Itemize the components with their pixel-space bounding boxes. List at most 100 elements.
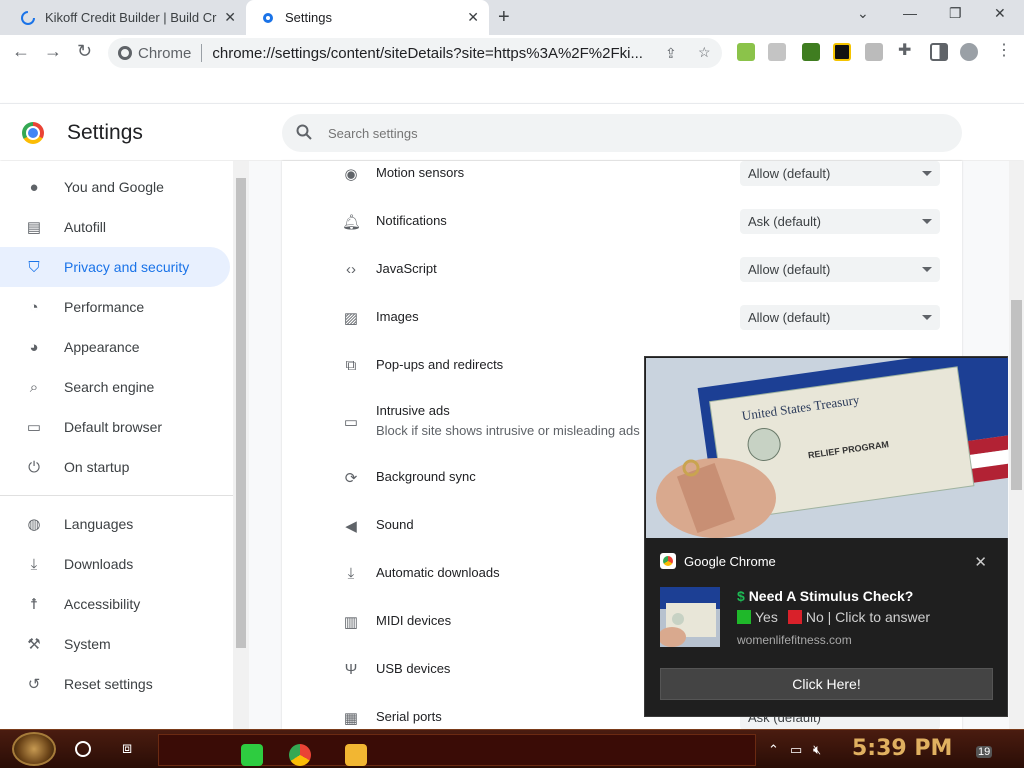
sidebar-item-languages[interactable]: ◍ Languages xyxy=(0,504,230,544)
sidebar-scrollbar-thumb[interactable] xyxy=(236,178,246,648)
permission-label: Pop-ups and redirects xyxy=(376,357,504,372)
javascript-select[interactable]: Allow (default) xyxy=(740,257,940,282)
sidebar-item-downloads[interactable]: ⤓ Downloads xyxy=(0,544,230,584)
sidebar-item-default-browser[interactable]: ▭ Default browser xyxy=(0,407,230,447)
ad-window-icon: ▭ xyxy=(343,414,359,431)
close-tab-icon[interactable]: ✕ xyxy=(467,9,479,26)
close-icon[interactable]: ✕ xyxy=(974,553,987,571)
notifications-select[interactable]: Ask (default) xyxy=(740,209,940,234)
sidebar-item-on-startup[interactable]: ⏻ On startup xyxy=(0,447,230,487)
file-explorer-icon[interactable] xyxy=(345,744,367,766)
sidebar-item-you-and-google[interactable]: ● You and Google xyxy=(0,167,230,207)
puzzle-icon[interactable]: ✚ xyxy=(898,40,916,59)
permission-row-motion-sensors[interactable]: ◉ Motion sensors Allow (default) xyxy=(282,161,962,209)
search-box[interactable] xyxy=(282,114,962,152)
permission-label: Serial ports xyxy=(376,709,442,724)
sidebar-item-label: System xyxy=(64,636,111,652)
share-icon[interactable]: ⇪ xyxy=(665,45,677,62)
cortana-icon[interactable] xyxy=(75,741,91,757)
taskbar: ⧈ ⌃ ▭ 🔇︎ 5:39 PM 19 xyxy=(0,729,1024,768)
main-scrollbar-thumb[interactable] xyxy=(1011,300,1022,490)
reload-icon[interactable]: ↻ xyxy=(77,41,92,62)
red-square-icon xyxy=(787,610,802,624)
back-icon[interactable]: ← xyxy=(12,41,30,62)
side-panel-icon[interactable] xyxy=(930,43,948,61)
site-chip-label: Chrome xyxy=(138,44,192,62)
task-view-icon[interactable]: ⧈ xyxy=(122,740,132,758)
close-window-icon[interactable]: ✕ xyxy=(994,5,1006,22)
notification-center-icon[interactable]: 19 xyxy=(972,738,996,760)
images-select[interactable]: Allow (default) xyxy=(740,305,940,330)
volume-muted-icon[interactable]: 🔇︎ xyxy=(813,742,821,758)
address-bar[interactable]: Chrome chrome://settings/content/siteDet… xyxy=(108,38,722,68)
sidebar-item-system[interactable]: ⚒ System xyxy=(0,624,230,664)
chrome-taskbar-icon[interactable] xyxy=(289,744,311,766)
tray-chevron-icon[interactable]: ⌃ xyxy=(768,742,779,758)
chrome-notification[interactable]: United States Treasury RELIEF PROGRAM Go… xyxy=(644,356,1008,717)
notification-title: $ Need A Stimulus Check? xyxy=(737,588,913,604)
sidebar-item-privacy-and-security[interactable]: ⛉ Privacy and security xyxy=(0,247,230,287)
chevron-down-icon[interactable]: ⌄ xyxy=(857,5,869,22)
permission-label: Motion sensors xyxy=(376,165,465,180)
notification-title-text: Need A Stimulus Check? xyxy=(748,588,914,604)
search-input[interactable] xyxy=(328,125,888,141)
permission-row-javascript[interactable]: ‹› JavaScript Allow (default) xyxy=(282,257,962,305)
permission-row-notifications[interactable]: 🔔︎ Notifications Ask (default) xyxy=(282,209,962,257)
permission-row-images[interactable]: ▨ Images Allow (default) xyxy=(282,305,962,353)
notification-hero-image[interactable]: United States Treasury RELIEF PROGRAM xyxy=(646,358,1008,538)
chrome-mini-icon xyxy=(660,553,676,569)
minimize-icon[interactable]: — xyxy=(903,5,917,21)
motion-sensors-select[interactable]: Allow (default) xyxy=(740,161,940,186)
restore-icon[interactable]: ❐ xyxy=(949,5,962,22)
extension-icon[interactable] xyxy=(865,43,883,61)
sidebar-item-performance[interactable]: ◔ Performance xyxy=(0,287,230,327)
start-button[interactable] xyxy=(12,732,56,766)
gamepad-icon[interactable] xyxy=(768,43,786,61)
sidebar-item-label: Accessibility xyxy=(64,596,141,612)
tab-kikoff[interactable]: Kikoff Credit Builder | Build Cr ✕ xyxy=(0,0,246,35)
sidebar-item-accessibility[interactable]: ☨ Accessibility xyxy=(0,584,230,624)
sidebar-item-label: Search engine xyxy=(64,379,155,395)
click-here-button[interactable]: Click Here! xyxy=(660,668,993,700)
sidebar-item-search-engine[interactable]: ⌕ Search engine xyxy=(0,367,230,407)
sidebar-item-label: Default browser xyxy=(64,419,163,435)
person-icon: ● xyxy=(29,178,39,196)
select-value: Allow (default) xyxy=(748,262,831,277)
usb-icon: Ψ xyxy=(344,661,358,678)
sidebar-item-autofill[interactable]: ▤ Autofill xyxy=(0,207,230,247)
notification-thumbnail xyxy=(660,587,720,647)
site-chip[interactable]: Chrome xyxy=(118,45,191,62)
new-tab-icon[interactable]: + xyxy=(498,6,510,29)
sidebar-item-label: Languages xyxy=(64,516,134,532)
extension-icon[interactable] xyxy=(833,43,851,61)
notification-body: Yes No | Click to answer xyxy=(737,609,930,625)
select-value: Allow (default) xyxy=(748,166,831,181)
network-icon[interactable]: ▭ xyxy=(790,742,802,758)
chrome-logo-icon xyxy=(22,122,44,144)
clock[interactable]: 5:39 PM xyxy=(852,736,952,761)
permission-label: USB devices xyxy=(376,661,451,676)
tab-settings[interactable]: Settings ✕ xyxy=(246,0,489,35)
profile-avatar-icon[interactable] xyxy=(960,43,978,61)
bookmark-star-icon[interactable]: ☆ xyxy=(698,44,711,61)
forward-icon[interactable]: → xyxy=(44,41,62,62)
menu-dots-icon[interactable]: ⋮ xyxy=(996,40,1014,59)
extension-icon[interactable] xyxy=(802,43,820,61)
permission-label: MIDI devices xyxy=(376,613,452,628)
notes-app-icon[interactable] xyxy=(241,744,263,766)
sidebar-item-label: Reset settings xyxy=(64,676,153,692)
sidebar-item-appearance[interactable]: ◕ Appearance xyxy=(0,327,230,367)
tab-strip: Kikoff Credit Builder | Build Cr ✕ Setti… xyxy=(0,0,1024,35)
notification-count-badge: 19 xyxy=(976,746,993,758)
page-title: Settings xyxy=(67,121,143,144)
sidebar-item-label: Appearance xyxy=(64,339,140,355)
loading-spinner-icon xyxy=(20,10,36,26)
close-tab-icon[interactable]: ✕ xyxy=(224,9,236,26)
extension-icon[interactable] xyxy=(737,43,755,61)
sidebar-item-reset-settings[interactable]: ↺ Reset settings xyxy=(0,664,230,704)
open-in-new-icon: ⧉ xyxy=(345,357,357,374)
notification-app: Google Chrome xyxy=(660,553,776,569)
speaker-icon: ◀ xyxy=(345,518,357,535)
caret-down-icon xyxy=(922,171,932,176)
caret-down-icon xyxy=(922,315,932,320)
